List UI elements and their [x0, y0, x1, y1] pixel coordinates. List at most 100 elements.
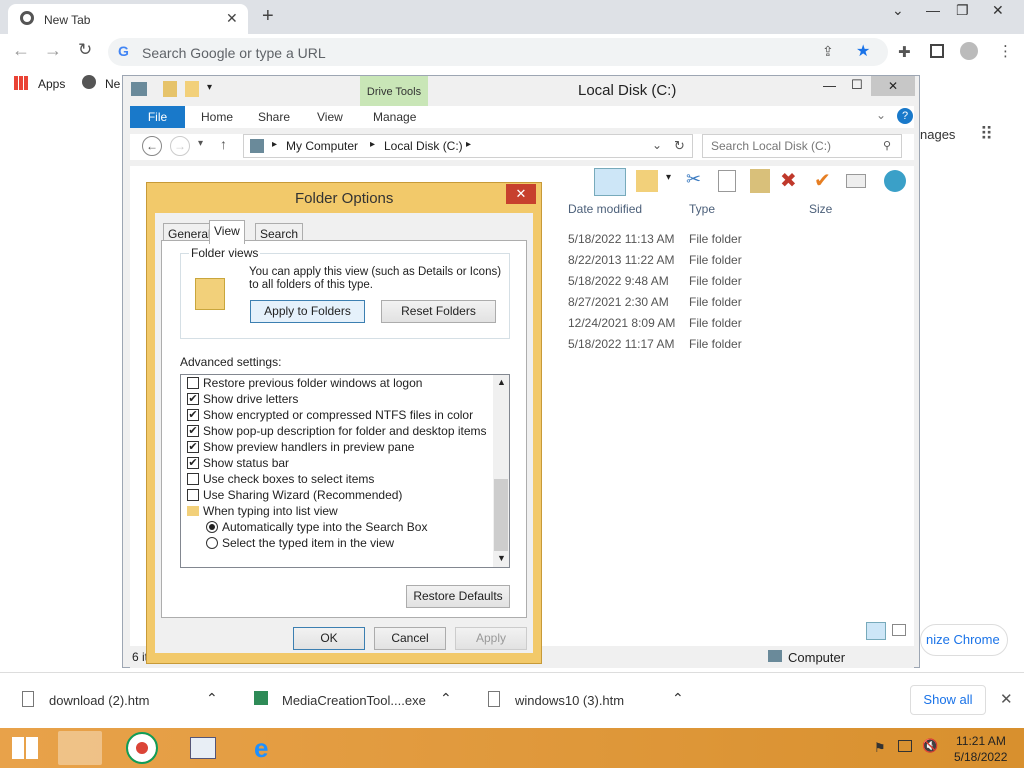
tab-new-tab[interactable]: New Tab ✕ — [8, 4, 248, 34]
windows-start-icon[interactable] — [12, 737, 38, 759]
checkbox[interactable]: ✔ — [187, 393, 199, 405]
scrollbar[interactable]: ▲ ▼ — [493, 375, 509, 567]
tab-file[interactable]: File — [130, 106, 185, 128]
radio-button[interactable] — [206, 521, 218, 533]
properties-icon[interactable] — [163, 81, 177, 97]
checkmark-icon[interactable]: ✔ — [814, 168, 831, 193]
tab-manage[interactable]: Manage — [373, 110, 416, 124]
tab-view[interactable]: View — [317, 110, 343, 124]
share-icon[interactable]: ⇪ — [822, 43, 834, 60]
chevron-up-icon[interactable]: ⌃ — [672, 690, 684, 707]
checkbox[interactable]: ✔ — [187, 409, 199, 421]
scroll-thumb[interactable] — [494, 479, 508, 551]
list-item[interactable]: Restore previous folder windows at logon — [187, 376, 422, 390]
dialog-close-icon[interactable]: ✕ — [506, 184, 536, 204]
ribbon-expand-icon[interactable]: ⌄ — [876, 108, 886, 122]
bookmark-apps[interactable]: Apps — [38, 77, 65, 91]
checkbox[interactable] — [187, 473, 199, 485]
flag-icon[interactable]: ⚑ — [874, 740, 886, 756]
minimize-icon[interactable]: — — [926, 2, 940, 18]
profile-avatar[interactable] — [960, 42, 978, 60]
file-explorer-taskbar-icon[interactable] — [58, 731, 102, 765]
chevron-up-icon[interactable]: ⌃ — [440, 690, 452, 707]
tab-search-icon[interactable]: ⌄ — [892, 2, 904, 19]
checkbox[interactable] — [187, 377, 199, 389]
tab-view[interactable]: View — [209, 220, 245, 244]
list-item[interactable]: ✔ Show pop-up description for folder and … — [187, 424, 487, 438]
tab-share[interactable]: Share — [258, 110, 290, 124]
list-item[interactable]: Use check boxes to select items — [187, 472, 374, 486]
bookmark-ne[interactable]: Ne — [105, 77, 120, 91]
clock-time[interactable]: 11:21 AM — [956, 734, 1006, 748]
column-type[interactable]: Type — [689, 202, 715, 216]
volume-muted-icon[interactable]: 🔇 — [922, 738, 938, 754]
minimize-icon[interactable]: — — [823, 78, 836, 93]
reload-icon[interactable]: ↻ — [78, 40, 92, 60]
download-item[interactable]: download (2).htm — [49, 693, 149, 708]
ok-button[interactable]: OK — [293, 627, 365, 650]
list-item[interactable]: ✔ Show encrypted or compressed NTFS files… — [187, 408, 473, 422]
back-icon[interactable]: ← — [12, 40, 30, 61]
extensions-icon[interactable]: ✚ — [898, 43, 911, 61]
images-link[interactable]: nages — [920, 127, 955, 142]
google-apps-icon[interactable]: ⠿ — [980, 124, 993, 145]
close-window-icon[interactable]: ✕ — [992, 2, 1004, 19]
close-tab-icon[interactable]: ✕ — [226, 10, 238, 27]
list-item[interactable]: ✔ Show status bar — [187, 456, 289, 470]
search-input[interactable]: Search Local Disk (C:) ⚲ — [702, 134, 902, 158]
download-item[interactable]: windows10 (3).htm — [515, 693, 624, 708]
menu-icon[interactable]: ⋮ — [998, 42, 1013, 60]
tab-home[interactable]: Home — [201, 110, 233, 124]
radio-button[interactable] — [206, 537, 218, 549]
restore-icon[interactable]: ❐ — [956, 2, 969, 19]
column-size[interactable]: Size — [809, 202, 832, 216]
forward-icon[interactable]: → — [44, 40, 62, 61]
cancel-button[interactable]: Cancel — [374, 627, 446, 650]
recent-dropdown-icon[interactable]: ▾ — [198, 138, 203, 149]
details-view-icon[interactable] — [866, 622, 886, 640]
qat-dropdown-icon[interactable]: ▾ — [207, 82, 212, 93]
globe-icon[interactable] — [884, 170, 906, 192]
breadcrumb-my-computer[interactable]: My Computer — [286, 139, 358, 153]
new-tab-button[interactable]: + — [262, 5, 274, 28]
dropdown-icon[interactable]: ▾ — [666, 172, 671, 183]
list-item[interactable]: Use Sharing Wizard (Recommended) — [187, 488, 402, 502]
large-icons-view-icon[interactable] — [892, 624, 906, 636]
bookmark-star-icon[interactable]: ★ — [856, 41, 870, 61]
apply-to-folders-button[interactable]: Apply to Folders — [250, 300, 365, 323]
chrome-taskbar-icon[interactable] — [120, 731, 164, 765]
rename-icon[interactable] — [846, 174, 866, 188]
help-icon[interactable]: ? — [897, 108, 913, 124]
internet-explorer-taskbar-icon[interactable]: e — [244, 731, 288, 765]
checkbox[interactable]: ✔ — [187, 457, 199, 469]
show-all-button[interactable]: Show all — [910, 685, 986, 715]
scroll-up-icon[interactable]: ▲ — [497, 377, 506, 387]
up-icon[interactable]: ↑ — [220, 136, 227, 152]
address-box[interactable]: ▸ My Computer ▸ Local Disk (C:) ▸ ⌄ ↻ — [243, 134, 693, 158]
list-item[interactable]: ✔ Show drive letters — [187, 392, 298, 406]
chevron-up-icon[interactable]: ⌃ — [206, 690, 218, 707]
checkbox[interactable]: ✔ — [187, 441, 199, 453]
list-item[interactable]: Select the typed item in the view — [206, 536, 394, 550]
address-dropdown-icon[interactable]: ⌄ — [652, 138, 662, 152]
restore-defaults-button[interactable]: Restore Defaults — [406, 585, 510, 608]
close-icon[interactable]: ✕ — [871, 76, 915, 96]
network-icon[interactable] — [898, 740, 912, 752]
cut-icon[interactable]: ✂ — [686, 169, 701, 190]
delete-icon[interactable]: ✖ — [780, 168, 797, 193]
download-item[interactable]: MediaCreationTool....exe — [282, 693, 426, 708]
clock-date[interactable]: 5/18/2022 — [954, 750, 1007, 764]
refresh-icon[interactable]: ↻ — [674, 138, 685, 154]
preview-pane-icon[interactable] — [594, 168, 626, 196]
breadcrumb-local-disk[interactable]: Local Disk (C:) — [384, 139, 463, 153]
copy-icon[interactable] — [718, 170, 736, 192]
list-item[interactable]: Automatically type into the Search Box — [206, 520, 427, 534]
side-panel-icon[interactable] — [930, 44, 944, 58]
column-date-modified[interactable]: Date modified — [568, 202, 642, 216]
maximize-icon[interactable]: ☐ — [851, 77, 863, 93]
scroll-down-icon[interactable]: ▼ — [497, 553, 506, 563]
list-item[interactable]: ✔ Show preview handlers in preview pane — [187, 440, 414, 454]
checkbox[interactable] — [187, 489, 199, 501]
new-folder-icon[interactable] — [185, 81, 199, 97]
select-icon[interactable] — [636, 170, 658, 192]
